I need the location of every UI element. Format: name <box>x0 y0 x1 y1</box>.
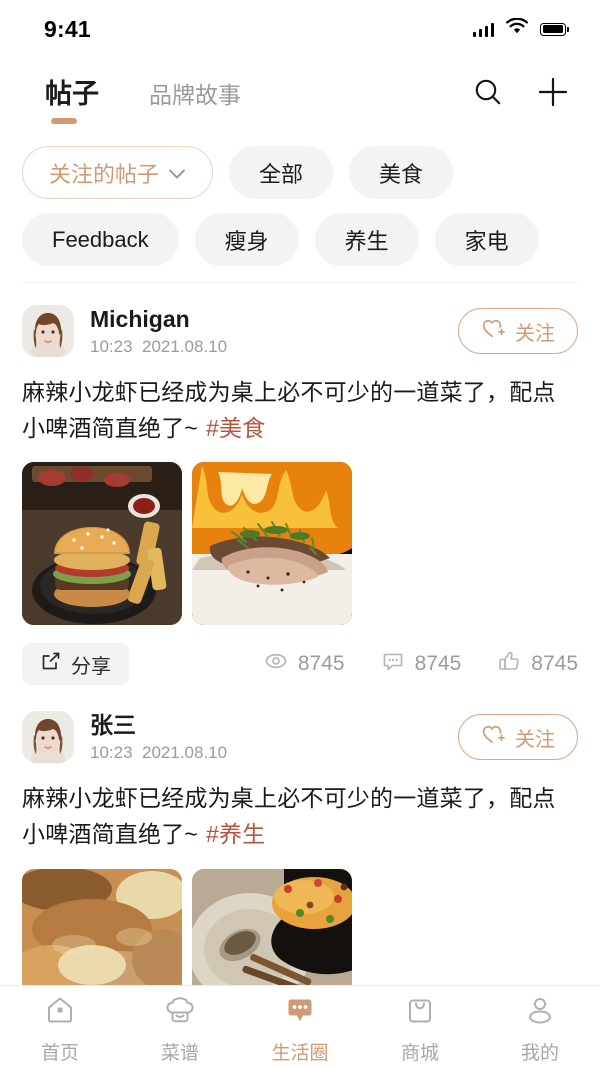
post-hashtag[interactable]: #美食 <box>206 415 265 441</box>
nav-label-home: 首页 <box>40 1043 79 1064</box>
follow-button[interactable]: 关注 <box>458 308 578 354</box>
filter-chips: 关注的帖子 全部 美食 Feedback 瘦身 养生 家电 <box>0 120 600 266</box>
nav-item-lifestyle[interactable]: 生活圈 <box>240 994 360 1065</box>
status-time: 9:41 <box>44 15 91 42</box>
post-text: 麻辣小龙虾已经成为桌上必不可少的一道菜了，配点小啤酒简直绝了~ #养生 <box>22 781 578 852</box>
nav-item-home[interactable]: 首页 <box>0 994 120 1065</box>
post-text: 麻辣小龙虾已经成为桌上必不可少的一道菜了，配点小啤酒简直绝了~ #美食 <box>22 375 578 446</box>
cellular-signal-icon <box>472 22 494 37</box>
comment-count-value: 8745 <box>414 652 462 676</box>
filter-chip-food[interactable]: 美食 <box>349 146 454 199</box>
post-card: Michigan 10:23 2021.08.10 关注 麻辣小龙虾已经成为桌上… <box>0 283 600 686</box>
post-stats: 8745 8745 8745 <box>264 649 578 679</box>
followed-posts-selector[interactable]: 关注的帖子 <box>22 146 214 199</box>
share-button[interactable]: 分享 <box>22 643 129 686</box>
wifi-icon <box>505 17 529 40</box>
heart-plus-icon <box>481 317 507 345</box>
tab-posts-label: 帖子 <box>45 79 99 109</box>
filter-chip-slimming[interactable]: 瘦身 <box>194 213 299 266</box>
nav-label-lifestyle: 生活圈 <box>271 1043 329 1064</box>
view-count-value: 8745 <box>297 652 345 676</box>
filter-chip-feedback[interactable]: Feedback <box>22 213 179 266</box>
post-header: Michigan 10:23 2021.08.10 关注 <box>22 305 578 357</box>
author-block: Michigan 10:23 2021.08.10 <box>90 305 458 357</box>
filter-chip-row-1: 关注的帖子 全部 美食 <box>22 146 578 199</box>
burger-with-fries-photo[interactable] <box>22 462 182 626</box>
follow-button[interactable]: 关注 <box>458 714 578 761</box>
filter-chip-wellness[interactable]: 养生 <box>314 213 419 266</box>
nav-label-profile: 我的 <box>520 1043 559 1064</box>
post-header: 张三 10:23 2021.08.10 关注 <box>22 711 578 764</box>
post-timestamp: 10:23 2021.08.10 <box>90 337 458 357</box>
post-date: 2021.08.10 <box>142 336 228 356</box>
post-time: 10:23 <box>90 743 133 763</box>
chef-hat-icon <box>164 994 196 1031</box>
status-bar: 9:41 <box>0 0 600 58</box>
nav-item-profile[interactable]: 我的 <box>480 994 600 1065</box>
bottom-navigation: 首页 菜谱 生活圈 商城 我的 <box>0 985 600 1067</box>
share-button-label: 分享 <box>71 655 111 678</box>
followed-posts-selector-label: 关注的帖子 <box>49 161 160 187</box>
nav-label-recipes: 菜谱 <box>160 1043 199 1064</box>
tab-posts[interactable]: 帖子 <box>45 72 99 124</box>
tab-brand-story[interactable]: 品牌故事 <box>149 76 241 110</box>
shopping-bag-icon <box>404 994 436 1031</box>
search-icon[interactable] <box>472 76 504 113</box>
view-count[interactable]: 8745 <box>264 649 345 679</box>
plus-icon[interactable] <box>536 75 570 114</box>
post-card: 张三 10:23 2021.08.10 关注 麻辣小龙虾已经成为桌上必不可少的一… <box>0 685 600 1032</box>
heart-plus-icon <box>481 723 507 751</box>
chat-bubble-icon <box>284 994 316 1031</box>
like-count[interactable]: 8745 <box>497 649 578 679</box>
avatar[interactable] <box>22 711 74 764</box>
follow-button-label: 关注 <box>515 728 555 751</box>
share-icon <box>40 650 62 678</box>
app-header: 帖子 品牌故事 <box>0 58 600 124</box>
active-tab-underline <box>51 118 77 124</box>
post-body: 麻辣小龙虾已经成为桌上必不可少的一道菜了，配点小啤酒简直绝了~ <box>22 785 556 847</box>
home-icon <box>44 994 76 1031</box>
comment-icon <box>381 649 405 679</box>
avatar[interactable] <box>22 305 74 357</box>
status-indicators <box>472 17 569 40</box>
post-photos <box>22 462 578 626</box>
grilled-steak-with-flames-photo[interactable] <box>192 462 352 626</box>
app-screen: 9:41 帖子 品牌故事 关注的帖子 全部 美食 Feedback 瘦身 养生 … <box>0 0 600 1067</box>
nav-item-recipes[interactable]: 菜谱 <box>120 994 240 1065</box>
post-body: 麻辣小龙虾已经成为桌上必不可少的一道菜了，配点小啤酒简直绝了~ <box>22 379 556 441</box>
eye-icon <box>264 649 288 679</box>
person-icon <box>524 994 556 1031</box>
nav-label-mall: 商城 <box>400 1043 439 1064</box>
post-time: 10:23 <box>90 336 133 356</box>
thumbs-up-icon <box>497 649 521 679</box>
top-tabs: 帖子 品牌故事 <box>45 72 472 124</box>
filter-chip-appliances[interactable]: 家电 <box>434 213 539 266</box>
post-hashtag[interactable]: #养生 <box>206 821 265 847</box>
post-date: 2021.08.10 <box>142 743 228 763</box>
nav-item-mall[interactable]: 商城 <box>360 994 480 1065</box>
author-name: 张三 <box>90 712 136 739</box>
filter-chip-row-2: Feedback 瘦身 养生 家电 <box>22 213 578 266</box>
like-count-value: 8745 <box>531 652 578 676</box>
chevron-down-icon <box>168 160 186 186</box>
follow-button-label: 关注 <box>515 322 555 345</box>
battery-full-icon <box>540 22 569 36</box>
filter-chip-all[interactable]: 全部 <box>229 146 334 199</box>
tab-brand-story-label: 品牌故事 <box>149 82 241 108</box>
header-actions <box>472 72 570 114</box>
author-name: Michigan <box>90 306 190 333</box>
comment-count[interactable]: 8745 <box>381 649 462 679</box>
author-block: 张三 10:23 2021.08.10 <box>90 711 458 763</box>
post-timestamp: 10:23 2021.08.10 <box>90 743 458 763</box>
post-actions: 分享 8745 8745 8745 <box>22 643 578 686</box>
